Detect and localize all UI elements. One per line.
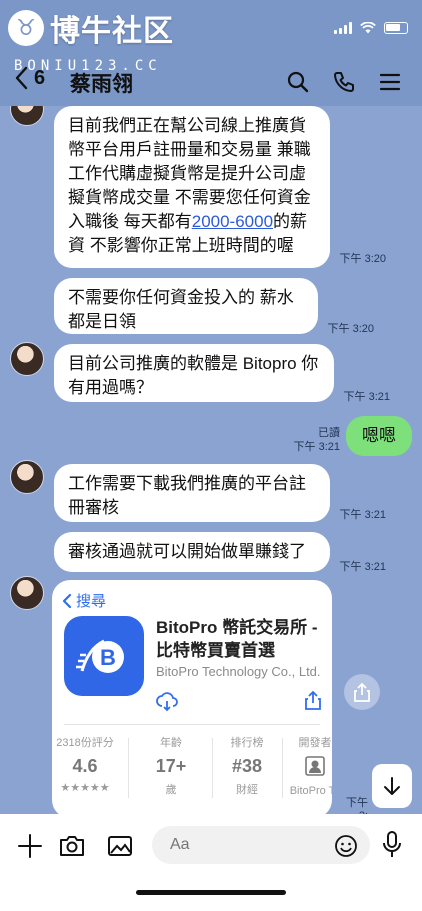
share-button[interactable]	[344, 674, 380, 710]
status-bar: ♉ 博牛社区	[0, 0, 422, 58]
bitopro-app-icon[interactable]: B	[64, 616, 144, 696]
message-text: 不需要你任何資金投入的 薪水都是日領	[68, 288, 294, 331]
watermark-subtext: BONIU123.CC	[14, 58, 162, 74]
camera-icon[interactable]	[58, 832, 86, 860]
message-time: 下午 3:21	[343, 391, 390, 403]
menu-icon[interactable]	[378, 70, 402, 94]
sent-message-bubble[interactable]: 嗯嗯	[346, 416, 412, 456]
stat-value: 17+	[155, 756, 187, 776]
plus-icon[interactable]	[16, 832, 44, 860]
stat-sub: 財經	[236, 784, 258, 796]
image-icon[interactable]	[106, 832, 134, 860]
message-bubble[interactable]: 審核通過就可以開始做單賺錢了	[54, 532, 330, 572]
message-time: 下午 3:21	[339, 509, 386, 521]
stat-sub: BitoPro Te	[289, 785, 332, 797]
mic-icon[interactable]	[382, 830, 402, 860]
card-back-label: 搜尋	[76, 593, 107, 610]
stat-label: 2318份評分	[56, 737, 114, 749]
svg-text:B: B	[100, 645, 116, 670]
signal-icon	[334, 22, 352, 34]
watermark-text: 博牛社区	[50, 15, 174, 48]
stat-developer: 開發者 BitoPro Te	[284, 734, 332, 797]
divider	[282, 738, 283, 798]
stat-label: 年齡	[160, 737, 182, 749]
stat-value: 4.6	[72, 756, 98, 776]
avatar[interactable]	[10, 460, 44, 494]
message-bubble[interactable]: 不需要你任何資金投入的 薪水都是日領	[54, 278, 318, 334]
app-title: BitoPro 幣託交易所 - 比特幣買賣首選	[156, 618, 318, 660]
stat-label: 排行榜	[230, 737, 264, 749]
message-text: 嗯嗯	[362, 426, 396, 445]
divider	[64, 724, 320, 725]
message-text: 審核通過就可以開始做單賺錢了	[68, 542, 306, 561]
chevron-down-icon	[384, 777, 400, 795]
status-icons	[334, 22, 408, 34]
emoji-icon[interactable]	[334, 834, 358, 858]
download-cloud-icon[interactable]	[156, 692, 178, 712]
header-actions	[286, 70, 402, 94]
message-bubble[interactable]: 工作需要下載我們推廣的平台註冊審核	[54, 464, 330, 522]
message-time: 下午 3:21	[339, 561, 386, 573]
avatar[interactable]	[10, 342, 44, 376]
message-time: 下午 3:21	[293, 441, 340, 453]
salary-link[interactable]: 2000-6000	[192, 212, 273, 231]
message-text: 目前公司推廣的軟體是 Bitopro 你有用過嗎？	[68, 354, 319, 397]
divider	[212, 738, 213, 798]
stat-value: #38	[231, 756, 263, 776]
stat-chart: 排行榜 #38 財經	[216, 734, 278, 797]
stat-age: 年齡 17+ 歲	[140, 734, 202, 797]
stat-sub: 歲	[165, 784, 177, 796]
message-time: 下午 3:20	[339, 253, 386, 265]
input-bar	[0, 814, 422, 911]
stat-ratings: 2318份評分 4.6 ★★★★★	[54, 734, 116, 794]
wifi-icon	[360, 22, 376, 34]
stat-sub: ★★★★★	[60, 782, 110, 794]
share-icon	[354, 682, 370, 702]
home-indicator	[136, 890, 286, 895]
app-developer: BitoPro Technology Co., Ltd.	[156, 664, 321, 679]
message-bubble[interactable]: 目前我們正在幫公司線上推廣貨幣平台用戶註冊量和交易量 兼職工作代購虛擬貨幣是提升…	[54, 106, 330, 268]
battery-icon	[384, 22, 408, 34]
divider	[128, 738, 129, 798]
avatar[interactable]	[10, 106, 44, 126]
watermark-logo: ♉ 博牛社区	[8, 6, 174, 50]
avatar[interactable]	[10, 576, 44, 610]
search-icon[interactable]	[286, 70, 310, 94]
bull-logo-icon: ♉	[8, 10, 44, 46]
app-store-card[interactable]: 搜尋 B BitoPro 幣託交易所 - 比特幣買賣首選 BitoPro Tec…	[52, 580, 332, 818]
share-icon[interactable]	[304, 690, 322, 710]
message-text: 工作需要下載我們推廣的平台註冊審核	[68, 474, 306, 517]
scroll-down-button[interactable]	[372, 764, 412, 808]
message-bubble[interactable]: 目前公司推廣的軟體是 Bitopro 你有用過嗎？	[54, 344, 334, 402]
person-icon	[305, 756, 325, 776]
phone-icon[interactable]	[332, 70, 356, 94]
stat-label: 開發者	[298, 737, 332, 749]
message-time: 下午 3:20	[327, 323, 374, 335]
chevron-left-icon	[62, 593, 72, 608]
card-back-button[interactable]: 搜尋	[62, 590, 106, 611]
